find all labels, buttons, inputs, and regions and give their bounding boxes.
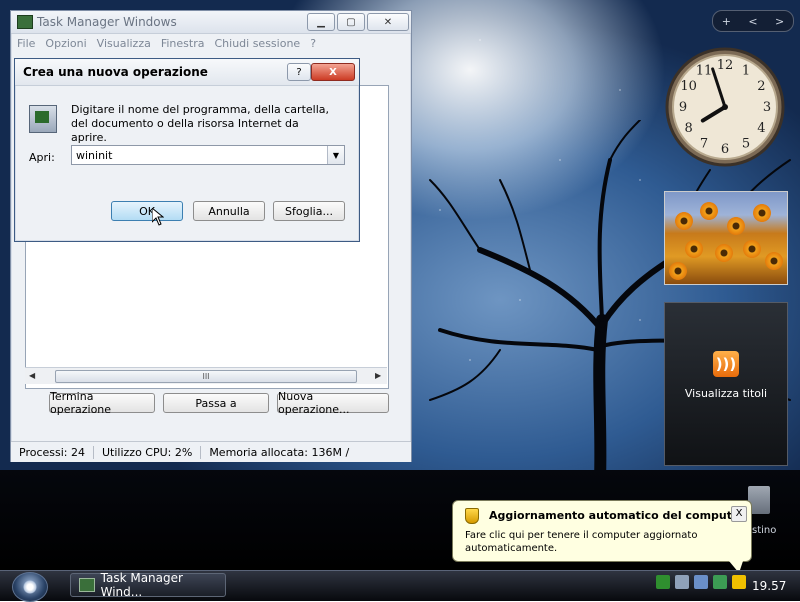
sidebar-nav: + < > — [712, 10, 794, 32]
scroll-left-icon[interactable]: ◀ — [29, 371, 35, 380]
clock-number: 2 — [757, 79, 765, 94]
ok-button[interactable]: OK — [111, 201, 183, 221]
menu-help[interactable]: ? — [310, 37, 316, 50]
clock-gadget[interactable]: 12 12 3 45678 9 1011 — [664, 46, 786, 168]
minimize-button[interactable]: ▁ — [307, 13, 335, 31]
open-input[interactable]: wininit — [72, 149, 327, 162]
menu-view[interactable]: Visualizza — [97, 37, 151, 50]
run-prompt-text: Digitare il nome del programma, della ca… — [71, 103, 330, 144]
clock-number: 7 — [700, 136, 708, 151]
run-dialog-title: Crea una nuova operazione — [23, 65, 208, 79]
run-dialog-titlebar[interactable]: Crea una nuova operazione ? X — [15, 59, 359, 86]
end-task-button[interactable]: Termina operazione — [49, 390, 155, 416]
feed-label[interactable]: Visualizza titoli — [665, 387, 787, 400]
dialog-close-button[interactable]: X — [311, 63, 355, 81]
horizontal-scrollbar[interactable]: ◀ III ▶ — [25, 367, 387, 384]
clock-number: 3 — [763, 100, 771, 115]
feed-headlines-gadget[interactable]: ))) Visualizza titoli — [664, 302, 788, 466]
cpu-usage: Utilizzo CPU: 2% — [94, 445, 202, 459]
notification-text[interactable]: Fare clic qui per tenere il computer agg… — [465, 529, 735, 555]
help-button[interactable]: ? — [287, 63, 311, 81]
notification-title: Aggiornamento automatico del computer — [489, 509, 745, 522]
run-dialog[interactable]: Crea una nuova operazione ? X Digitare i… — [14, 58, 360, 242]
clock-number: 10 — [680, 79, 697, 94]
clock-number: 9 — [679, 100, 687, 115]
clock-number: 5 — [742, 136, 750, 151]
menu-options[interactable]: Opzioni — [45, 37, 86, 50]
taskbar: Task Manager Wind... 19.57 — [0, 570, 800, 602]
chevron-down-icon[interactable]: ▼ — [327, 146, 344, 164]
task-manager-tray-icon[interactable] — [713, 575, 727, 589]
task-manager-title: Task Manager Windows — [37, 15, 177, 29]
green-status-icon[interactable] — [656, 575, 670, 589]
scroll-right-icon[interactable]: ▶ — [375, 371, 381, 380]
system-tray — [656, 575, 746, 589]
clock-number: 8 — [684, 121, 692, 136]
clock-number: 4 — [757, 121, 765, 136]
switch-to-button[interactable]: Passa a — [163, 393, 269, 413]
taskbar-item-label: Task Manager Wind... — [100, 571, 183, 599]
add-gadget-icon[interactable]: + — [722, 15, 731, 28]
process-count: Processi: 24 — [11, 445, 94, 459]
start-button[interactable] — [12, 572, 48, 602]
memory-usage: Memoria allocata: 136M / — [209, 445, 350, 459]
mouse-cursor-icon — [152, 208, 164, 226]
update-shield-icon[interactable] — [732, 575, 746, 589]
taskbar-item-task-manager[interactable]: Task Manager Wind... — [70, 571, 226, 599]
taskbar-clock[interactable]: 19.57 — [752, 579, 786, 593]
menu-bar: File Opzioni Visualizza Finestra Chiudi … — [11, 34, 411, 52]
clock-number: 6 — [721, 142, 729, 157]
update-notification[interactable]: Aggiornamento automatico del computer X … — [452, 500, 752, 573]
task-manager-icon — [17, 15, 33, 29]
scroll-thumb[interactable]: III — [55, 370, 357, 383]
task-manager-titlebar[interactable]: Task Manager Windows ▁ ▢ ✕ — [11, 11, 411, 34]
menu-window[interactable]: Finestra — [161, 37, 205, 50]
previous-icon[interactable]: < — [748, 15, 757, 28]
cancel-button[interactable]: Annulla — [193, 201, 265, 221]
menu-logoff[interactable]: Chiudi sessione — [214, 37, 300, 50]
shield-icon — [465, 508, 479, 524]
security-icon[interactable] — [694, 575, 708, 589]
clock-number: 11 — [696, 64, 713, 79]
maximize-button[interactable]: ▢ — [337, 13, 365, 31]
recycle-bin-label[interactable]: stino — [752, 525, 776, 536]
browse-button[interactable]: Sfoglia... — [273, 201, 345, 221]
slideshow-gadget[interactable] — [664, 191, 788, 285]
run-program-icon — [29, 105, 57, 133]
task-manager-icon — [79, 578, 95, 592]
next-icon[interactable]: > — [775, 15, 784, 28]
notification-close-button[interactable]: X — [731, 506, 747, 522]
open-label: Apri: — [29, 151, 55, 164]
menu-file[interactable]: File — [17, 37, 35, 50]
clock-number: 1 — [742, 64, 750, 79]
close-button[interactable]: ✕ — [367, 13, 409, 31]
open-combobox[interactable]: wininit ▼ — [71, 145, 345, 165]
rss-icon: ))) — [713, 351, 739, 377]
clock-number: 12 — [717, 58, 734, 73]
new-task-button[interactable]: Nuova operazione... — [277, 390, 389, 416]
status-bar: Processi: 24 Utilizzo CPU: 2% Memoria al… — [11, 441, 411, 462]
network-icon[interactable] — [675, 575, 689, 589]
